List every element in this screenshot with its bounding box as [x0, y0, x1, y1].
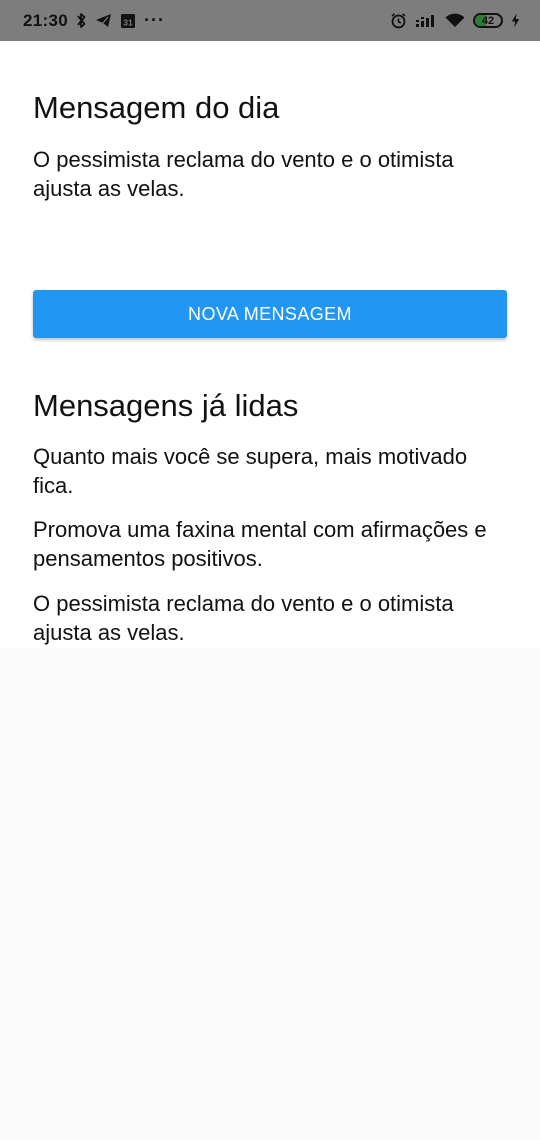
read-message-item: Promova uma faxina mental com afirmações… [33, 517, 487, 571]
status-left: 21:30 31 ··· [23, 10, 165, 31]
charging-icon [511, 13, 520, 28]
daily-message-text: O pessimista reclama do vento e o otimis… [33, 147, 454, 201]
signal-icon [415, 14, 437, 28]
wifi-icon [445, 13, 465, 28]
status-time: 21:30 [23, 10, 68, 30]
read-message-item: O pessimista reclama do vento e o otimis… [33, 591, 454, 645]
status-right: 42 [390, 12, 520, 29]
battery-level: 42 [481, 14, 495, 27]
more-notifications-icon: ··· [143, 10, 165, 30]
new-message-button[interactable]: NOVA MENSAGEM [33, 290, 507, 338]
read-messages-title: Mensagens já lidas [33, 388, 299, 423]
calendar-icon: 31 [120, 12, 136, 29]
telegram-icon [95, 13, 112, 28]
main-content: Mensagem do dia O pessimista reclama do … [0, 41, 540, 648]
daily-message-title: Mensagem do dia [33, 90, 280, 125]
bluetooth-icon [76, 12, 87, 29]
read-message-item: Quanto mais você se supera, mais motivad… [33, 444, 468, 498]
alarm-icon [390, 12, 407, 29]
status-bar: 21:30 31 ··· 42 [0, 0, 540, 41]
calendar-day: 31 [123, 18, 133, 28]
battery-icon: 42 [473, 13, 503, 28]
